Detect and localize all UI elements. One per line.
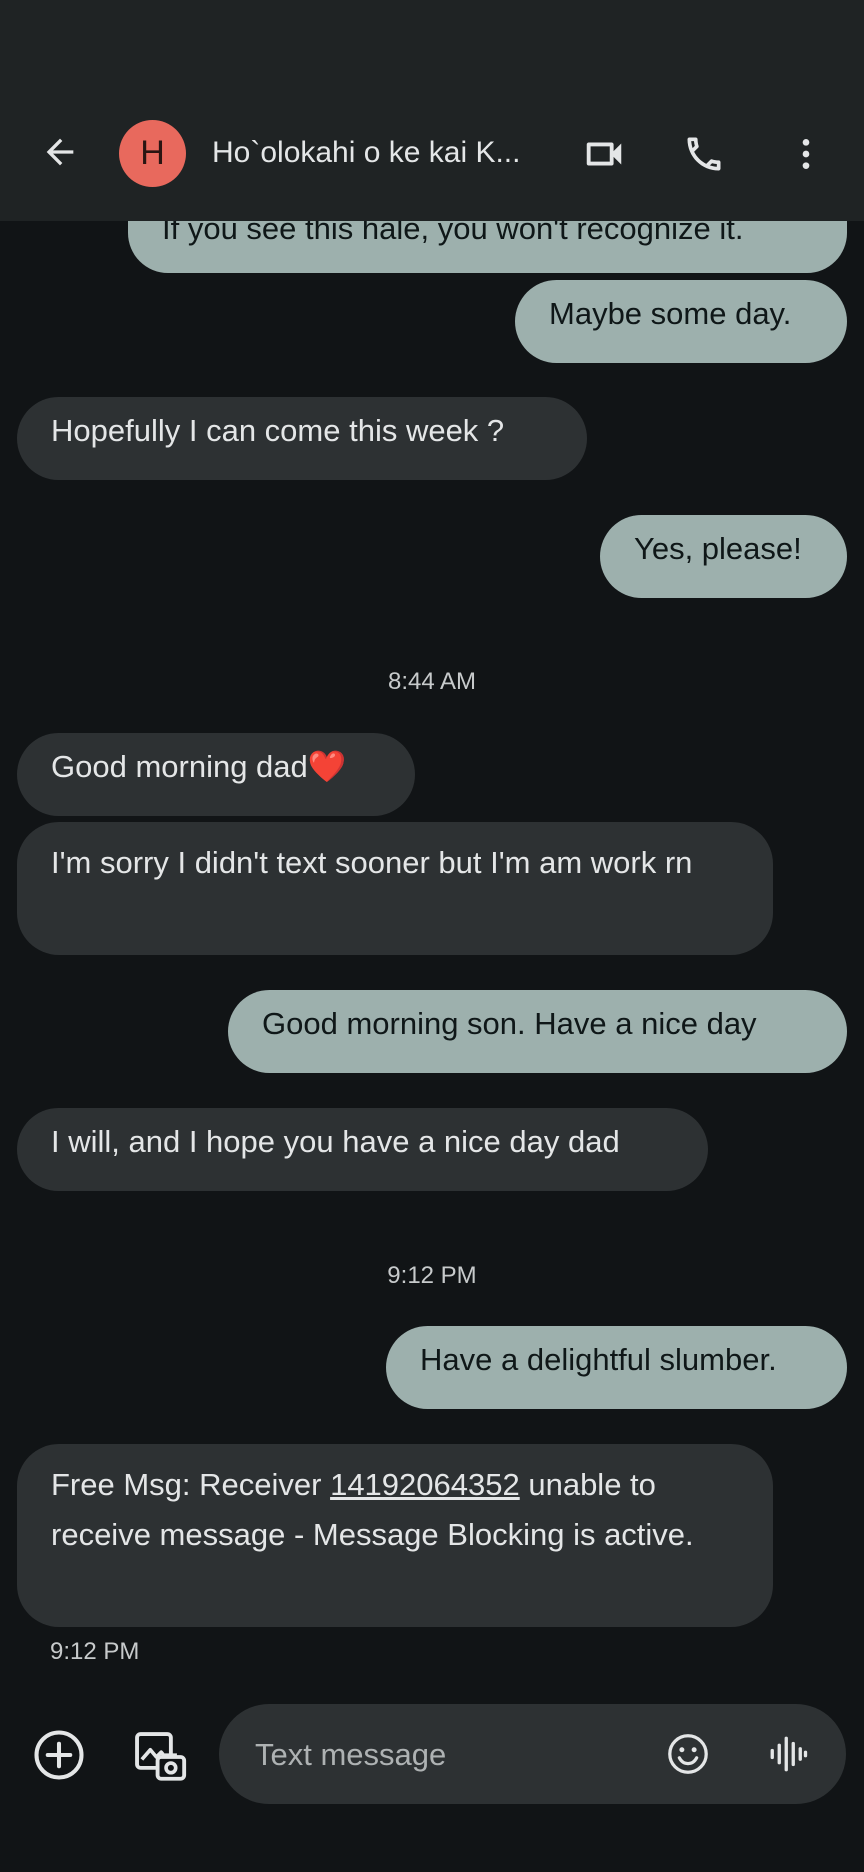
more-vert-icon bbox=[802, 139, 810, 169]
add-circle-icon bbox=[34, 1730, 84, 1780]
phone-icon bbox=[687, 137, 721, 171]
attach-button[interactable] bbox=[30, 1726, 88, 1784]
voice-message-button[interactable] bbox=[766, 1730, 810, 1778]
message-text: I'm sorry I didn't text sooner but I'm a… bbox=[51, 845, 693, 880]
avatar-letter: H bbox=[140, 134, 165, 172]
message-text: Good morning dad❤️ bbox=[51, 749, 347, 784]
message-bubble-incoming[interactable]: Hopefully I can come this week ? bbox=[17, 397, 587, 480]
back-button[interactable] bbox=[36, 128, 84, 176]
message-text: Good morning son. Have a nice day bbox=[262, 1006, 757, 1041]
top-app-bar: H Ho`olokahi o ke kai K... bbox=[0, 0, 864, 221]
phone-call-button[interactable] bbox=[678, 128, 730, 180]
message-text: Free Msg: Receiver bbox=[51, 1467, 331, 1502]
emoji-button[interactable] bbox=[664, 1730, 712, 1778]
video-call-button[interactable] bbox=[578, 128, 630, 180]
message-text: I will, and I hope you have a nice day d… bbox=[51, 1124, 620, 1159]
message-bubble-outgoing[interactable]: Maybe some day. bbox=[515, 280, 847, 363]
message-time: 9:12 PM bbox=[50, 1638, 140, 1665]
message-bubble-incoming[interactable]: Free Msg: Receiver 14192064352 unable to… bbox=[17, 1444, 773, 1627]
message-bubble-outgoing[interactable]: Have a delightful slumber. bbox=[386, 1326, 847, 1409]
emoji-icon bbox=[668, 1734, 708, 1774]
message-text: Have a delightful slumber. bbox=[420, 1342, 777, 1377]
gallery-button[interactable] bbox=[128, 1726, 192, 1788]
message-input-field[interactable] bbox=[219, 1704, 846, 1804]
timestamp-divider: 9:12 PM bbox=[387, 1262, 477, 1289]
phone-number-link[interactable]: 14192064352 bbox=[330, 1467, 520, 1502]
message-text: Maybe some day. bbox=[549, 296, 792, 331]
voice-waveform-icon bbox=[770, 1736, 808, 1772]
contact-avatar[interactable]: H bbox=[119, 120, 186, 187]
message-input[interactable] bbox=[253, 1729, 637, 1781]
message-bubble-outgoing[interactable]: Yes, please! bbox=[600, 515, 847, 598]
message-bubble-incoming[interactable]: Good morning dad❤️ bbox=[17, 733, 415, 816]
gallery-camera-icon bbox=[135, 1732, 187, 1781]
conversation-title[interactable]: Ho`olokahi o ke kai K... bbox=[212, 133, 542, 173]
video-call-icon bbox=[586, 142, 622, 166]
more-options-button[interactable] bbox=[780, 128, 832, 180]
message-bubble-outgoing[interactable]: Good morning son. Have a nice day bbox=[228, 990, 847, 1073]
timestamp-divider: 8:44 AM bbox=[387, 668, 477, 695]
message-text: Yes, please! bbox=[634, 531, 802, 566]
message-bubble-incoming[interactable]: I'm sorry I didn't text sooner but I'm a… bbox=[17, 822, 773, 955]
message-bubble-incoming[interactable]: I will, and I hope you have a nice day d… bbox=[17, 1108, 708, 1191]
arrow-left-icon bbox=[46, 138, 74, 166]
message-text: Hopefully I can come this week ? bbox=[51, 413, 505, 448]
message-thread[interactable]: If you see this hale, you won't recogniz… bbox=[0, 0, 864, 1690]
